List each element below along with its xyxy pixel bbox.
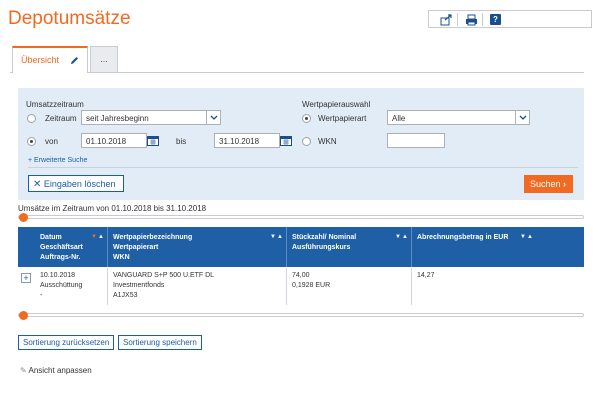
period-heading: Umsatzzeitraum — [26, 100, 84, 109]
wkn-input[interactable] — [387, 133, 445, 148]
calendar-icon[interactable] — [147, 135, 159, 146]
security-type-radio[interactable] — [302, 114, 311, 123]
table-row[interactable]: + 10.10.2018 Ausschüttung - VANGUARD S+P… — [18, 268, 584, 305]
scrollbar-handle[interactable] — [19, 311, 28, 320]
page-title: Depotumsätze — [8, 8, 131, 29]
wkn-label: WKN — [318, 137, 337, 146]
to-label: bis — [176, 137, 187, 146]
sort-icon[interactable]: ▼▲ — [270, 234, 284, 240]
reset-sort-button[interactable]: Sortierung zurücksetzen — [18, 335, 115, 350]
search-button[interactable]: Suchen › — [524, 175, 573, 193]
chevron-down-icon — [206, 111, 220, 124]
sort-icon[interactable]: ▼▲ — [91, 234, 105, 240]
pencil-icon[interactable] — [70, 56, 79, 65]
date-range-radio[interactable] — [27, 137, 36, 146]
horizontal-scrollbar[interactable] — [18, 313, 584, 317]
range-text: Umsätze im Zeitraum von 01.10.2018 bis 3… — [18, 204, 207, 213]
from-date-input[interactable]: 01.10.2018 — [81, 133, 147, 148]
horizontal-scrollbar[interactable] — [18, 215, 584, 219]
help-icon[interactable]: ? — [490, 14, 501, 25]
adjust-view-link[interactable]: ✎ Ansicht anpassen — [20, 366, 92, 375]
close-icon: ✕ — [33, 179, 42, 190]
toolbar: ? — [428, 10, 592, 28]
chevron-down-icon — [515, 111, 529, 124]
clear-button[interactable]: ✕ Eingaben löschen — [28, 175, 124, 192]
expand-row-button[interactable]: + — [21, 273, 31, 283]
security-type-select[interactable]: Alle — [387, 110, 530, 125]
calendar-icon[interactable] — [280, 135, 292, 146]
securities-heading: Wertpapierauswahl — [302, 100, 371, 109]
wkn-radio[interactable] — [302, 137, 311, 146]
scrollbar-handle[interactable] — [19, 213, 28, 222]
sort-icon[interactable]: ▼▲ — [395, 234, 409, 240]
header-security[interactable]: Wertpapierbezeichnung Wertpapierart WKN — [113, 233, 192, 263]
security-type-value: Alle — [392, 114, 406, 123]
tab-overview[interactable]: Übersicht — [12, 46, 88, 73]
tab-more[interactable]: ... — [90, 46, 118, 72]
period-option-label: Zeitraum — [45, 114, 77, 123]
header-amount[interactable]: Abrechnungsbetrag in EUR — [417, 233, 508, 243]
table-header: Datum Geschäftsart Auftrags-Nr. ▼▲ Wertp… — [18, 227, 584, 267]
from-label: von — [45, 137, 58, 146]
tab-overview-label: Übersicht — [21, 55, 60, 65]
export-icon[interactable] — [439, 13, 453, 26]
filter-panel: Umsatzzeitraum Zeitraum seit Jahresbegin… — [18, 88, 584, 200]
print-icon[interactable] — [464, 13, 478, 26]
header-quantity[interactable]: Stückzahl/ Nominal Ausführungskurs — [292, 233, 356, 253]
save-sort-button[interactable]: Sortierung speichern — [118, 335, 202, 350]
to-date-input[interactable]: 31.10.2018 — [214, 133, 280, 148]
sort-icon[interactable]: ▼▲ — [520, 234, 534, 240]
advanced-search-link[interactable]: + Erweiterte Suche — [28, 157, 87, 164]
chevron-right-icon: › — [563, 179, 567, 189]
header-date[interactable]: Datum Geschäftsart Auftrags-Nr. — [40, 233, 83, 263]
period-radio[interactable] — [27, 114, 36, 123]
period-select[interactable]: seit Jahresbeginn — [81, 110, 221, 125]
period-select-value: seit Jahresbeginn — [86, 114, 149, 123]
security-type-label: Wertpapierart — [318, 114, 367, 123]
cell-date: 10.10.2018 Ausschüttung - — [40, 272, 83, 299]
cell-security: VANGUARD S+P 500 U.ETF DL Investmentfond… — [113, 272, 215, 299]
cell-quantity: 74,00 0,1928 EUR — [292, 272, 331, 289]
cell-amount: 14,27 — [417, 272, 435, 279]
